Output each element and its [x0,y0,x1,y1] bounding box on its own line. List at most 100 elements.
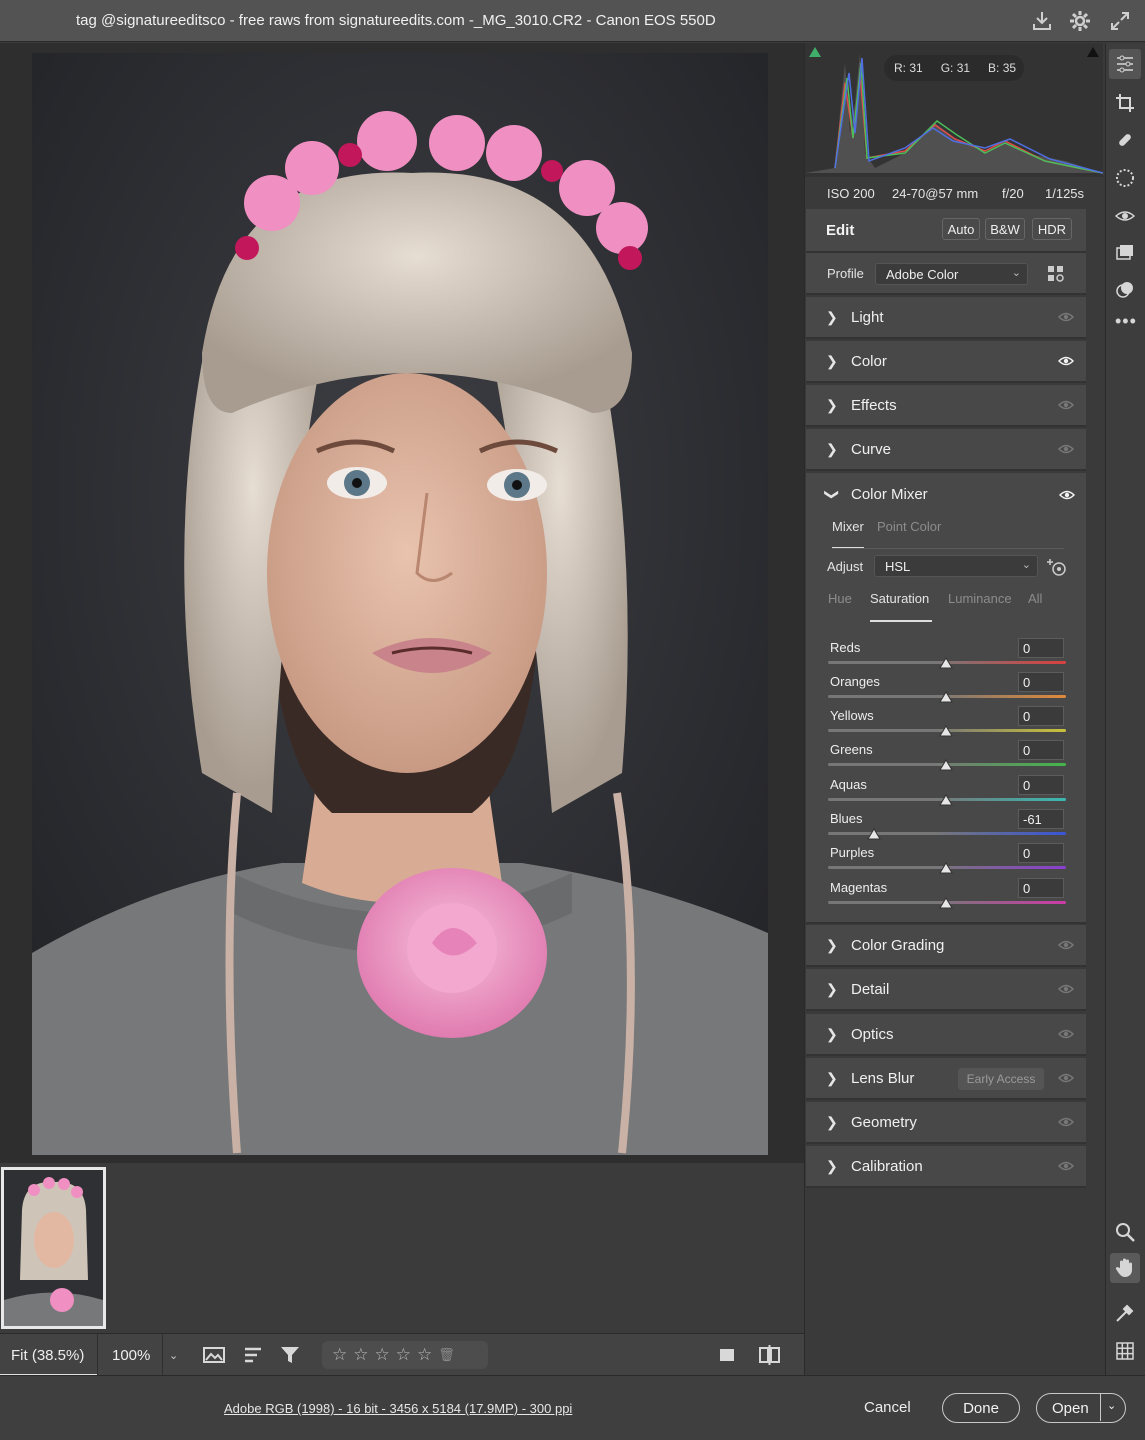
chevron-down-icon[interactable]: ❯ [823,489,840,501]
section-curve[interactable]: ❯ Curve [806,429,1086,471]
slider-value-aquas[interactable]: 0 [1018,775,1064,795]
section-label: Color Grading [851,937,945,954]
star-icon[interactable]: ☆ [375,1345,390,1365]
section-calibration[interactable]: ❯ Calibration [806,1146,1086,1188]
filmstrip-thumbnail[interactable] [1,1167,106,1329]
chevron-right-icon: ❯ [826,397,838,413]
eye-icon[interactable] [1058,443,1074,455]
section-color[interactable]: ❯ Color [806,341,1086,383]
star-icon[interactable]: ☆ [396,1345,411,1365]
slider-thumb-aquas[interactable] [939,794,953,806]
image-view-icon[interactable] [202,1343,228,1367]
slider-value-reds[interactable]: 0 [1018,638,1064,658]
slider-thumb-yellows[interactable] [939,725,953,737]
workflow-options-link[interactable]: Adobe RGB (1998) - 16 bit - 3456 x 5184 … [224,1401,572,1416]
grid-icon[interactable] [1114,1340,1136,1362]
eye-icon[interactable] [1058,1028,1074,1040]
eye-icon[interactable] [1058,311,1074,323]
divider [832,548,1064,549]
zoom-100-button[interactable]: 100% [112,1347,150,1364]
compare-view-icon[interactable] [757,1343,783,1367]
chevron-right-icon: ❯ [826,441,838,457]
zoom-dropdown-chevron-icon[interactable]: ⌄ [162,1334,184,1376]
edit-sliders-icon[interactable] [1114,53,1136,75]
section-detail[interactable]: ❯ Detail [806,969,1086,1011]
targeted-adjustment-icon[interactable] [1045,557,1067,577]
masking-icon[interactable] [1114,167,1136,189]
more-icon[interactable]: ••• [1115,311,1137,332]
section-lens-blur[interactable]: ❯ Lens Blur Early Access [806,1058,1086,1100]
star-icon[interactable]: ☆ [353,1345,368,1365]
cancel-button[interactable]: Cancel [864,1399,911,1416]
eye-icon[interactable] [1058,355,1074,367]
subtab-hue[interactable]: Hue [828,591,852,606]
eye-icon[interactable] [1058,399,1074,411]
shadow-clipping-icon[interactable] [807,45,823,59]
hdr-button[interactable]: HDR [1032,218,1072,240]
profile-browser-icon[interactable] [1047,265,1065,283]
chevron-down-icon[interactable]: ⌄ [1100,1394,1116,1421]
slider-thumb-oranges[interactable] [939,691,953,703]
subtab-all[interactable]: All [1028,591,1042,606]
slider-value-yellows[interactable]: 0 [1018,706,1064,726]
sort-icon[interactable] [242,1343,268,1367]
star-icon[interactable]: ☆ [417,1345,432,1365]
slider-thumb-reds[interactable] [939,657,953,669]
photo-preview[interactable] [32,53,768,1155]
eye-icon[interactable] [1058,1116,1074,1128]
auto-button[interactable]: Auto [942,218,980,240]
color-sampler-icon[interactable] [1114,1302,1136,1324]
hand-icon[interactable] [1114,1257,1136,1279]
red-eye-icon[interactable] [1114,205,1136,227]
section-color-grading[interactable]: ❯ Color Grading [806,925,1086,967]
eye-icon[interactable] [1058,1160,1074,1172]
tab-mixer[interactable]: Mixer [832,519,864,534]
crop-icon[interactable] [1114,92,1136,114]
subtab-saturation[interactable]: Saturation [870,591,929,606]
star-icon[interactable]: ☆ [332,1345,347,1365]
section-light[interactable]: ❯ Light [806,297,1086,339]
open-button[interactable]: Open ⌄ [1036,1393,1126,1423]
bw-button[interactable]: B&W [985,218,1025,240]
slider-thumb-magentas[interactable] [939,897,953,909]
eye-icon[interactable] [1058,1072,1074,1084]
eye-icon[interactable] [1058,939,1074,951]
presets-icon[interactable] [1114,279,1136,301]
fit-zoom-button[interactable]: Fit (38.5%) [0,1334,97,1376]
done-button[interactable]: Done [942,1393,1020,1423]
slider-value-greens[interactable]: 0 [1018,740,1064,760]
slider-thumb-blues[interactable] [867,828,881,840]
slider-value-purples[interactable]: 0 [1018,843,1064,863]
filmstrip [0,1163,804,1333]
gear-icon[interactable] [1068,9,1092,33]
save-icon[interactable] [1030,9,1054,33]
adjust-select[interactable]: HSL ⌄ [874,555,1038,577]
tab-point-color[interactable]: Point Color [877,519,941,534]
chevron-right-icon: ❯ [826,1026,838,1042]
filter-icon[interactable] [278,1343,304,1367]
section-geometry[interactable]: ❯ Geometry [806,1102,1086,1144]
single-view-icon[interactable] [716,1343,742,1367]
star-rating[interactable]: ☆ ☆ ☆ ☆ ☆ 🗑 [322,1341,488,1369]
section-optics[interactable]: ❯ Optics [806,1014,1086,1056]
profile-select[interactable]: Adobe Color ⌄ [875,263,1028,285]
healing-brush-icon[interactable] [1114,129,1136,151]
aperture-value: f/20 [1002,186,1024,201]
slider-track-blues[interactable] [828,832,1066,835]
slider-thumb-greens[interactable] [939,759,953,771]
chevron-right-icon: ❯ [826,353,838,369]
eye-icon[interactable] [1058,983,1074,995]
subtab-luminance[interactable]: Luminance [948,591,1012,606]
eye-icon[interactable] [1059,489,1075,501]
zoom-icon[interactable] [1114,1221,1136,1243]
slider-thumb-purples[interactable] [939,862,953,874]
slider-value-magentas[interactable]: 0 [1018,878,1064,898]
highlight-clipping-icon[interactable] [1085,45,1101,59]
section-effects[interactable]: ❯ Effects [806,385,1086,427]
fullscreen-icon[interactable] [1108,9,1132,33]
slider-value-blues[interactable]: -61 [1018,809,1064,829]
snapshots-icon[interactable] [1114,242,1136,264]
trash-icon[interactable]: 🗑 [438,1347,455,1363]
slider-value-oranges[interactable]: 0 [1018,672,1064,692]
color-mixer-title[interactable]: Color Mixer [851,486,928,503]
